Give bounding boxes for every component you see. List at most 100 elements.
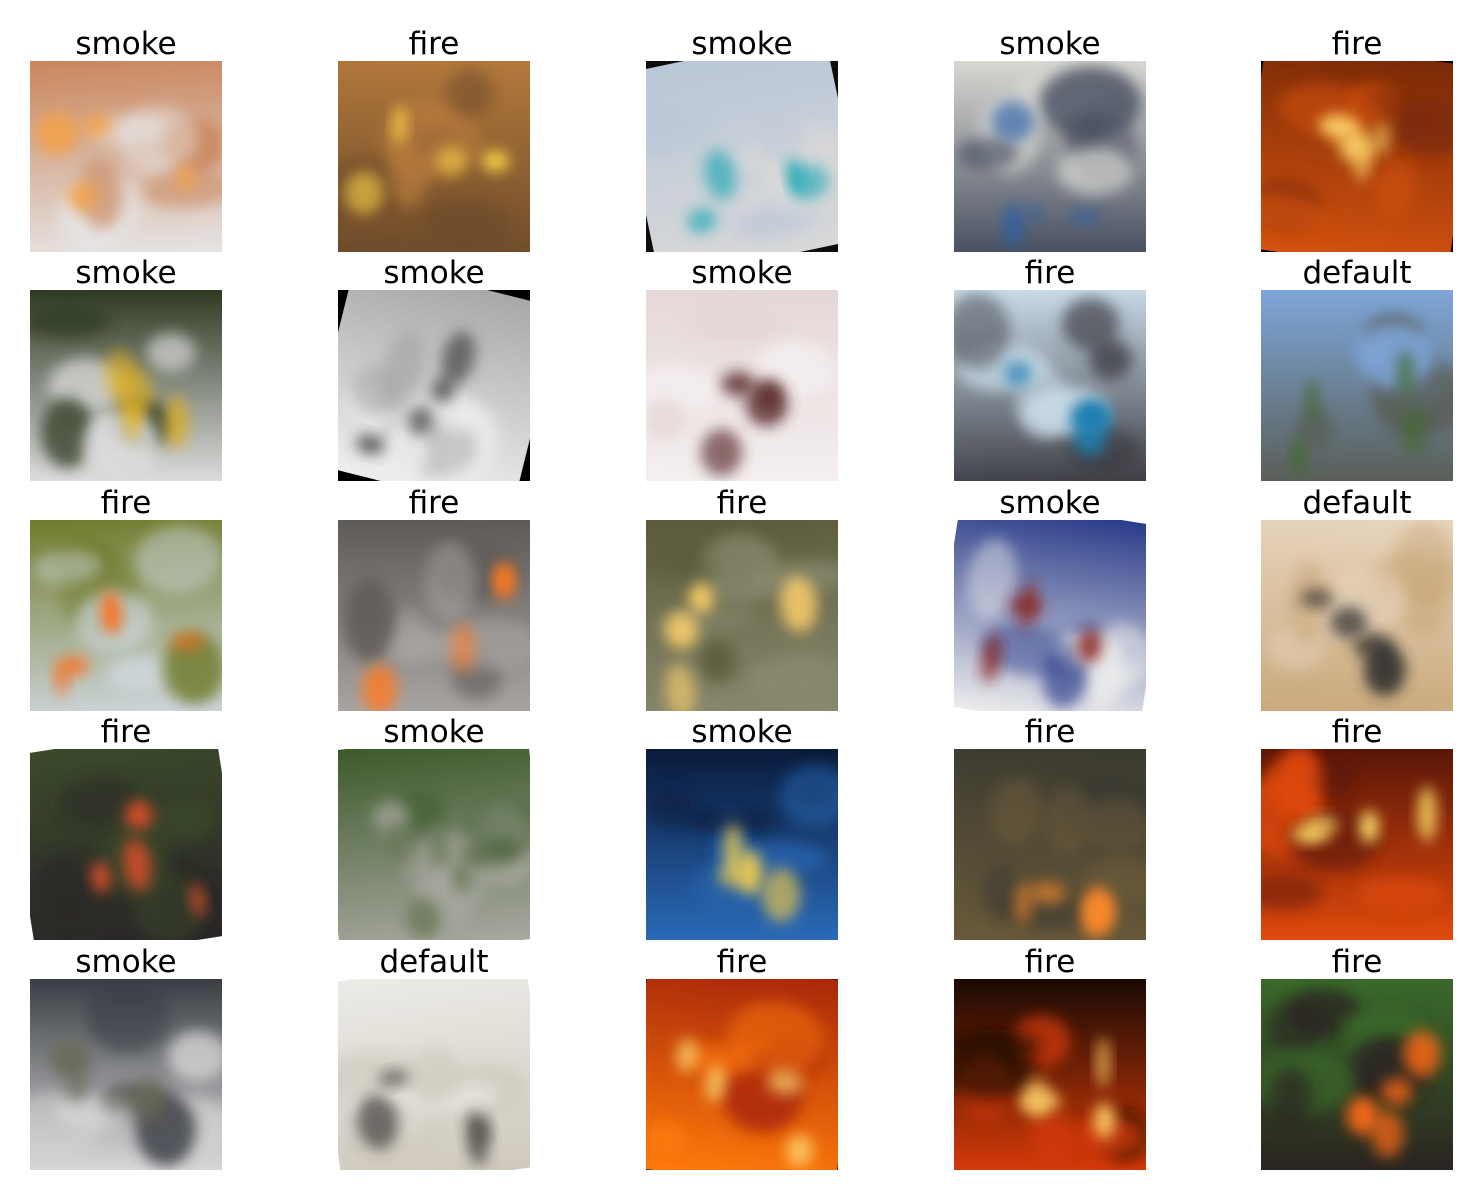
image-thumbnail bbox=[30, 520, 222, 711]
image-cell: fire bbox=[338, 487, 530, 711]
photo bbox=[30, 520, 222, 711]
image-cell: smoke bbox=[338, 257, 530, 481]
image-thumbnail bbox=[954, 979, 1146, 1170]
image-cell: fire bbox=[338, 28, 530, 252]
image-thumbnail bbox=[646, 290, 838, 481]
image-label: fire bbox=[1331, 714, 1383, 750]
image-label: smoke bbox=[383, 714, 485, 750]
image-cell: fire bbox=[1261, 946, 1453, 1170]
image-label: fire bbox=[1024, 714, 1076, 750]
image-grid: smoke fire smoke smoke fire smoke smoke smoke fi… bbox=[0, 0, 1482, 1201]
photo bbox=[954, 749, 1146, 940]
photo bbox=[954, 290, 1146, 481]
image-label: fire bbox=[716, 485, 768, 521]
image-label: smoke bbox=[691, 255, 793, 291]
image-cell: fire bbox=[646, 487, 838, 711]
image-cell: default bbox=[338, 946, 530, 1170]
image-thumbnail bbox=[338, 749, 530, 940]
image-label: fire bbox=[1331, 944, 1383, 980]
photo bbox=[1261, 61, 1453, 252]
image-thumbnail bbox=[646, 61, 838, 252]
image-label: fire bbox=[408, 485, 460, 521]
image-label: fire bbox=[408, 26, 460, 62]
image-cell: smoke bbox=[30, 257, 222, 481]
image-thumbnail bbox=[1261, 979, 1453, 1170]
image-cell: fire bbox=[954, 946, 1146, 1170]
image-thumbnail bbox=[338, 979, 530, 1170]
image-label: smoke bbox=[691, 26, 793, 62]
image-label: smoke bbox=[999, 26, 1101, 62]
image-thumbnail bbox=[954, 749, 1146, 940]
image-thumbnail bbox=[646, 979, 838, 1170]
image-cell: smoke bbox=[646, 257, 838, 481]
photo bbox=[954, 61, 1146, 252]
photo bbox=[646, 520, 838, 711]
image-thumbnail bbox=[338, 61, 530, 252]
photo bbox=[646, 749, 838, 940]
image-thumbnail bbox=[338, 520, 530, 711]
image-thumbnail bbox=[1261, 61, 1453, 252]
photo bbox=[30, 979, 222, 1170]
photo bbox=[646, 290, 838, 481]
photo bbox=[1261, 520, 1453, 711]
image-cell: fire bbox=[30, 716, 222, 940]
photo bbox=[646, 61, 838, 252]
photo bbox=[338, 749, 530, 940]
image-label: fire bbox=[716, 944, 768, 980]
image-label: default bbox=[1302, 255, 1412, 291]
image-thumbnail bbox=[1261, 290, 1453, 481]
image-label: smoke bbox=[691, 714, 793, 750]
image-cell: fire bbox=[646, 946, 838, 1170]
image-cell: smoke bbox=[646, 716, 838, 940]
image-thumbnail bbox=[646, 749, 838, 940]
image-thumbnail bbox=[954, 61, 1146, 252]
image-label: fire bbox=[100, 714, 152, 750]
image-cell: smoke bbox=[30, 28, 222, 252]
image-cell: fire bbox=[954, 257, 1146, 481]
image-label: default bbox=[1302, 485, 1412, 521]
photo bbox=[30, 290, 222, 481]
image-thumbnail bbox=[954, 290, 1146, 481]
image-label: fire bbox=[100, 485, 152, 521]
photo bbox=[338, 290, 530, 481]
image-thumbnail bbox=[1261, 520, 1453, 711]
image-cell: fire bbox=[954, 716, 1146, 940]
photo bbox=[954, 979, 1146, 1170]
photo bbox=[1261, 290, 1453, 481]
image-label: smoke bbox=[75, 255, 177, 291]
photo bbox=[1261, 979, 1453, 1170]
photo bbox=[30, 61, 222, 252]
photo bbox=[30, 749, 222, 940]
image-cell: smoke bbox=[954, 487, 1146, 711]
image-cell: default bbox=[1261, 257, 1453, 481]
image-label: smoke bbox=[999, 485, 1101, 521]
image-cell: smoke bbox=[954, 28, 1146, 252]
image-thumbnail bbox=[954, 520, 1146, 711]
image-label: default bbox=[379, 944, 489, 980]
photo bbox=[646, 979, 838, 1170]
image-cell: smoke bbox=[338, 716, 530, 940]
image-cell: fire bbox=[1261, 716, 1453, 940]
image-label: smoke bbox=[383, 255, 485, 291]
photo bbox=[954, 520, 1146, 711]
photo bbox=[338, 979, 530, 1170]
image-cell: default bbox=[1261, 487, 1453, 711]
image-cell: smoke bbox=[30, 946, 222, 1170]
photo bbox=[338, 61, 530, 252]
image-label: smoke bbox=[75, 26, 177, 62]
image-cell: fire bbox=[1261, 28, 1453, 252]
image-thumbnail bbox=[646, 520, 838, 711]
photo bbox=[338, 520, 530, 711]
image-cell: fire bbox=[30, 487, 222, 711]
image-thumbnail bbox=[30, 61, 222, 252]
image-thumbnail bbox=[338, 290, 530, 481]
image-thumbnail bbox=[30, 979, 222, 1170]
image-label: fire bbox=[1024, 944, 1076, 980]
image-label: fire bbox=[1331, 26, 1383, 62]
image-label: smoke bbox=[75, 944, 177, 980]
image-cell: smoke bbox=[646, 28, 838, 252]
image-thumbnail bbox=[30, 749, 222, 940]
image-label: fire bbox=[1024, 255, 1076, 291]
image-thumbnail bbox=[30, 290, 222, 481]
photo bbox=[1261, 749, 1453, 940]
